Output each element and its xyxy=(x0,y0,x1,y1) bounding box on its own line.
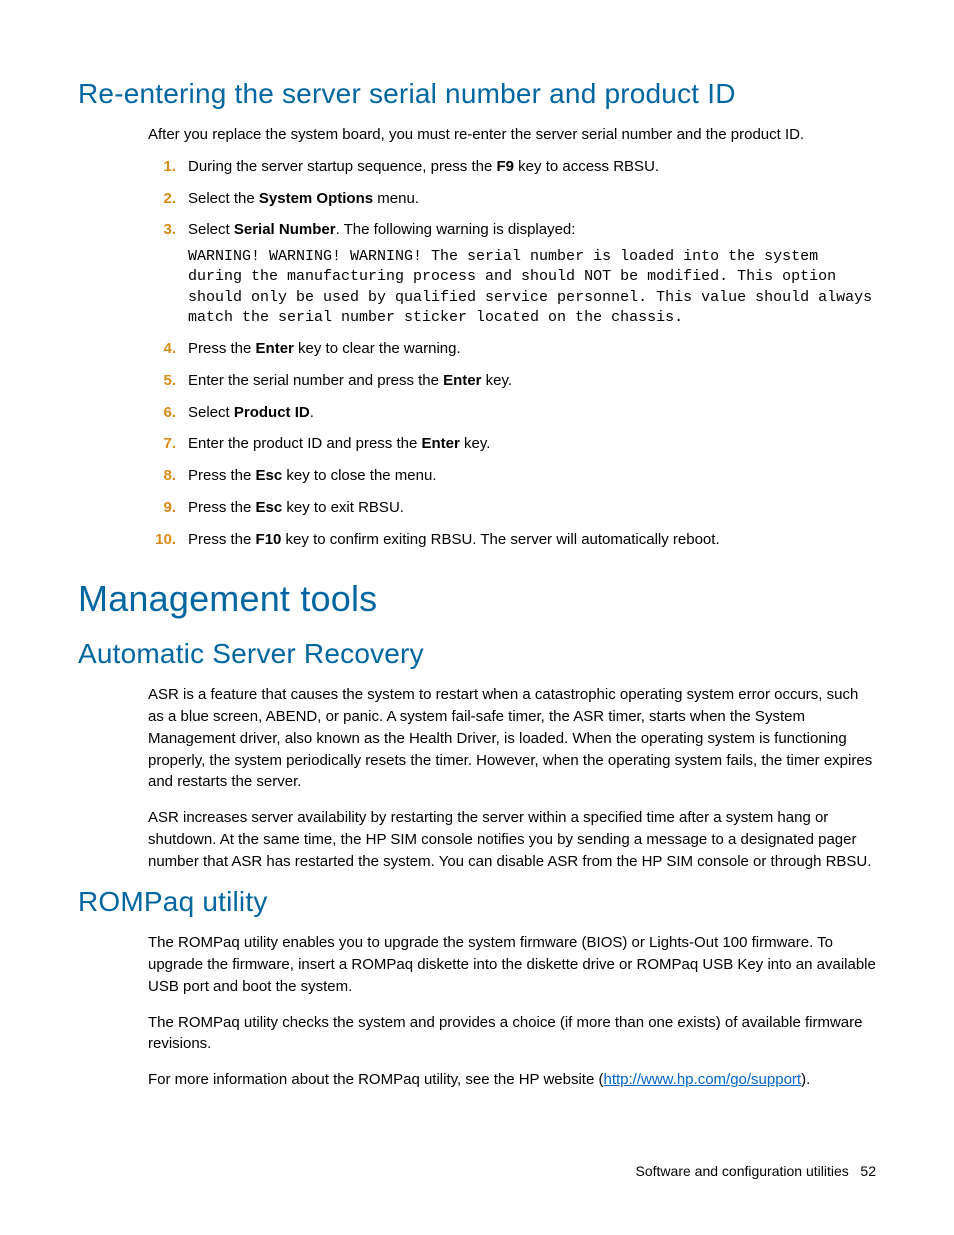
hp-support-link[interactable]: http://www.hp.com/go/support xyxy=(603,1071,801,1088)
heading-management-tools: Management tools xyxy=(78,578,876,620)
heading-reentering: Re-entering the server serial number and… xyxy=(78,78,876,110)
step-1: 1.During the server startup sequence, pr… xyxy=(148,156,876,178)
step-5: 5.Enter the serial number and press the … xyxy=(148,370,876,392)
step-3: 3.Select Serial Number. The following wa… xyxy=(148,219,876,328)
step-6: 6.Select Product ID. xyxy=(148,402,876,424)
step-7: 7.Enter the product ID and press the Ent… xyxy=(148,433,876,455)
asr-para-1: ASR is a feature that causes the system … xyxy=(148,684,876,793)
step-9: 9.Press the Esc key to exit RBSU. xyxy=(148,497,876,519)
intro-text: After you replace the system board, you … xyxy=(148,124,876,146)
heading-rompaq: ROMPaq utility xyxy=(78,886,876,918)
step-2: 2.Select the System Options menu. xyxy=(148,188,876,210)
step-8: 8.Press the Esc key to close the menu. xyxy=(148,465,876,487)
step-4: 4.Press the Enter key to clear the warni… xyxy=(148,338,876,360)
footer-label: Software and configuration utilities xyxy=(636,1163,849,1179)
rompaq-para-2: The ROMPaq utility checks the system and… xyxy=(148,1012,876,1056)
rompaq-para-1: The ROMPaq utility enables you to upgrad… xyxy=(148,932,876,997)
heading-asr: Automatic Server Recovery xyxy=(78,638,876,670)
footer-page: 52 xyxy=(860,1163,876,1179)
step-10: 10.Press the F10 key to confirm exiting … xyxy=(148,529,876,551)
steps-list: 1.During the server startup sequence, pr… xyxy=(148,156,876,551)
warning-block: WARNING! WARNING! WARNING! The serial nu… xyxy=(188,247,876,328)
page-footer: Software and configuration utilities 52 xyxy=(636,1163,876,1179)
asr-para-2: ASR increases server availability by res… xyxy=(148,807,876,872)
rompaq-para-3: For more information about the ROMPaq ut… xyxy=(148,1069,876,1091)
